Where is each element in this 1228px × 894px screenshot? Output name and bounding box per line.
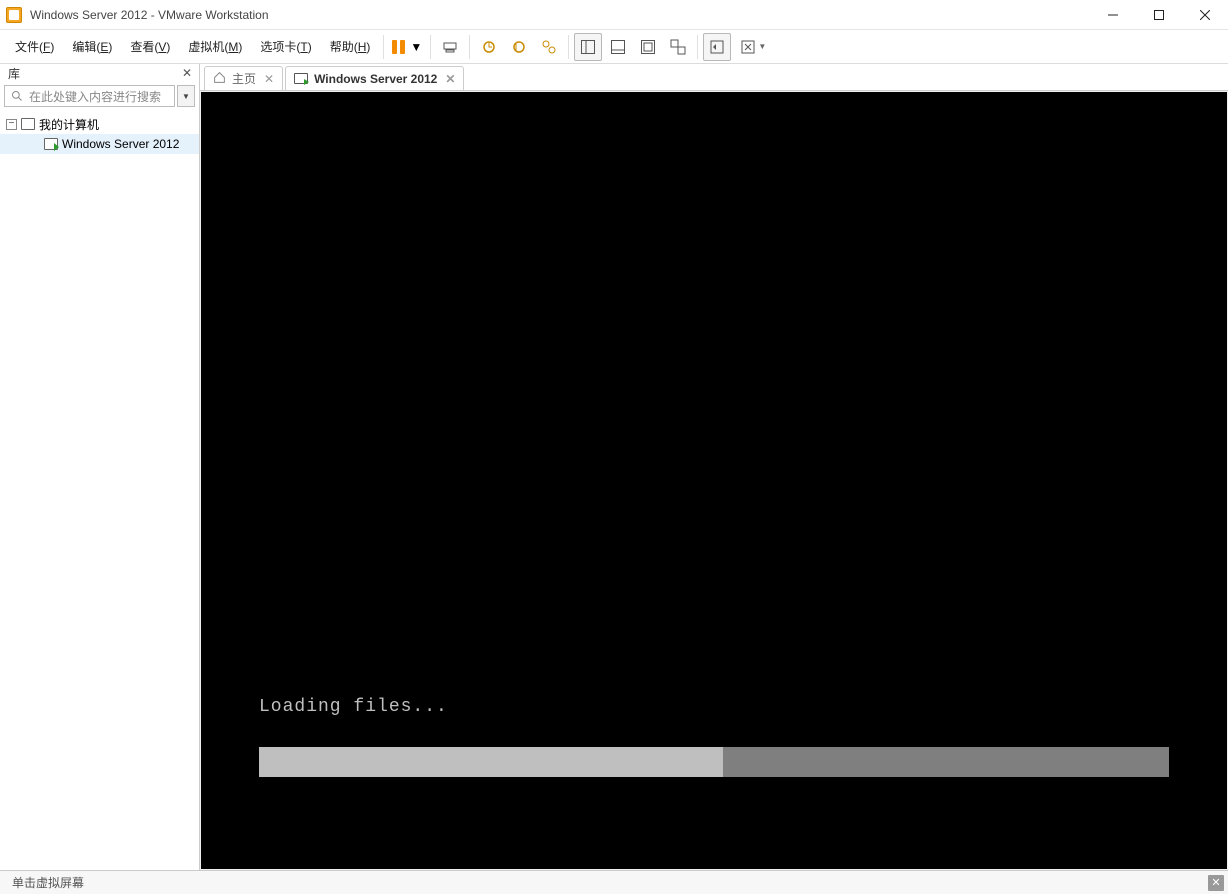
tab-vm-label: Windows Server 2012	[314, 72, 437, 86]
close-button[interactable]	[1182, 0, 1228, 30]
tab-close-icon[interactable]: ✕	[264, 72, 274, 86]
computer-icon	[21, 118, 35, 130]
tab-close-icon[interactable]: ✕	[445, 72, 455, 86]
search-icon	[11, 90, 23, 102]
separator	[469, 35, 470, 59]
vmware-icon	[6, 7, 22, 23]
minimize-button[interactable]	[1090, 0, 1136, 30]
pause-icon	[392, 40, 406, 54]
menu-file[interactable]: 文件(F)	[6, 34, 63, 59]
vm-icon	[44, 138, 58, 150]
separator	[430, 35, 431, 59]
tree-item-label: Windows Server 2012	[62, 137, 179, 151]
tree-root-label: 我的计算机	[39, 116, 99, 133]
menu-help[interactable]: 帮助(H)	[321, 34, 380, 59]
progress-bar	[259, 747, 1169, 777]
sidebar-header: 库 ✕	[0, 64, 199, 82]
free-stretch-button[interactable]: ▼	[733, 33, 773, 61]
menu-view[interactable]: 查看(V)	[121, 34, 179, 59]
maximize-button[interactable]	[1136, 0, 1182, 30]
status-bar: 单击虚拟屏幕 ✕	[0, 870, 1228, 894]
progress-fill	[259, 747, 723, 777]
window-title: Windows Server 2012 - VMware Workstation	[30, 8, 269, 22]
vm-icon	[294, 73, 308, 84]
snapshot-revert-button[interactable]	[505, 33, 533, 61]
view-unity-button[interactable]	[664, 33, 692, 61]
view-fullscreen-button[interactable]	[634, 33, 662, 61]
status-hint: 单击虚拟屏幕	[4, 874, 84, 891]
search-placeholder: 在此处键入内容进行搜索	[29, 88, 161, 105]
send-ctrl-alt-del-button[interactable]	[436, 33, 464, 61]
tree-root-my-computer[interactable]: − 我的计算机	[0, 114, 199, 134]
tab-strip: 主页 ✕ Windows Server 2012 ✕	[200, 64, 1228, 91]
separator	[568, 35, 569, 59]
tab-home[interactable]: 主页 ✕	[204, 66, 283, 90]
menu-bar: 文件(F) 编辑(E) 查看(V) 虚拟机(M) 选项卡(T) 帮助(H) ▼	[0, 30, 1228, 64]
chevron-down-icon: ▼	[758, 42, 766, 51]
library-tree: − 我的计算机 Windows Server 2012	[0, 110, 199, 870]
content-pane: 主页 ✕ Windows Server 2012 ✕ Loading files…	[200, 64, 1228, 870]
tab-home-label: 主页	[232, 70, 256, 87]
chevron-down-icon: ▼	[410, 40, 422, 54]
title-bar: Windows Server 2012 - VMware Workstation	[0, 0, 1228, 30]
separator	[383, 35, 384, 59]
sidebar-title: 库	[8, 65, 20, 82]
console-loading-text: Loading files...	[259, 697, 448, 717]
menu-tabs[interactable]: 选项卡(T)	[251, 34, 320, 59]
home-icon	[213, 71, 226, 87]
power-pause-button[interactable]: ▼	[388, 38, 426, 56]
sidebar-close-button[interactable]: ✕	[179, 66, 195, 80]
library-sidebar: 库 ✕ 在此处键入内容进行搜索 ▼ − 我的计算机 Windows Se	[0, 64, 200, 870]
separator	[697, 35, 698, 59]
view-console-button[interactable]	[604, 33, 632, 61]
menu-edit[interactable]: 编辑(E)	[63, 34, 121, 59]
tree-item-vm[interactable]: Windows Server 2012	[0, 134, 199, 154]
search-input[interactable]: 在此处键入内容进行搜索	[4, 85, 175, 107]
search-dropdown[interactable]: ▼	[177, 85, 195, 107]
status-dismiss-button[interactable]: ✕	[1208, 875, 1224, 891]
tab-vm[interactable]: Windows Server 2012 ✕	[285, 66, 464, 90]
window-controls	[1090, 0, 1228, 30]
view-single-button[interactable]	[574, 33, 602, 61]
stretch-guest-button[interactable]	[703, 33, 731, 61]
vm-console[interactable]: Loading files...	[201, 92, 1227, 869]
snapshot-take-button[interactable]	[475, 33, 503, 61]
collapse-icon[interactable]: −	[6, 119, 17, 130]
snapshot-manage-button[interactable]	[535, 33, 563, 61]
menu-vm[interactable]: 虚拟机(M)	[179, 34, 251, 59]
